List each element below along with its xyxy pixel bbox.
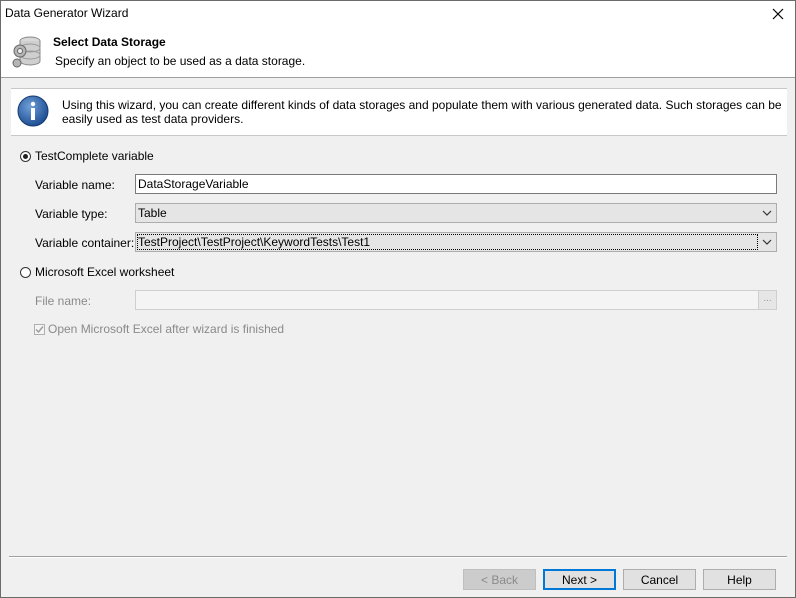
excel-worksheet-label: Microsoft Excel worksheet: [35, 265, 175, 279]
title-bar: Data Generator Wizard: [1, 1, 795, 27]
footer-separator: [9, 556, 787, 558]
variable-type-select[interactable]: Table: [135, 203, 777, 223]
window-title: Data Generator Wizard: [5, 6, 129, 20]
info-panel: Using this wizard, you can create differ…: [11, 88, 787, 136]
variable-name-input[interactable]: DataStorageVariable: [135, 174, 777, 194]
chevron-down-icon: [762, 239, 772, 245]
wizard-header: Select Data Storage Specify an object to…: [1, 27, 795, 78]
page-subtitle: Specify an object to be used as a data s…: [55, 54, 306, 68]
file-name-input[interactable]: ...: [135, 290, 777, 310]
data-storage-icon: [12, 36, 41, 68]
variable-container-label: Variable container:: [35, 236, 135, 250]
testcomplete-variable-label: TestComplete variable: [35, 149, 154, 163]
radio-indicator: [20, 266, 31, 278]
close-icon: [772, 8, 784, 20]
variable-container-value: TestProject\TestProject\KeywordTests\Tes…: [138, 235, 371, 249]
open-excel-label: Open Microsoft Excel after wizard is fin…: [48, 322, 285, 336]
chevron-down-icon: [762, 210, 772, 216]
next-button[interactable]: Next >: [543, 569, 616, 590]
info-icon: [17, 95, 49, 127]
file-name-label: File name:: [35, 294, 92, 308]
page-title: Select Data Storage: [53, 35, 166, 49]
variable-type-label: Variable type:: [35, 207, 108, 221]
radio-selected-indicator: [20, 150, 31, 162]
variable-type-value: Table: [138, 206, 167, 220]
checkbox-box: [34, 323, 45, 335]
excel-worksheet-radio[interactable]: Microsoft Excel worksheet: [20, 265, 174, 279]
back-button[interactable]: < Back: [463, 569, 536, 590]
cancel-button[interactable]: Cancel: [623, 569, 696, 590]
wizard-window: Data Generator Wizard Select Data Storag…: [0, 0, 796, 598]
checkmark-icon: [35, 325, 44, 333]
info-text: Using this wizard, you can create differ…: [62, 98, 782, 126]
variable-container-select[interactable]: TestProject\TestProject\KeywordTests\Tes…: [135, 232, 777, 252]
browse-button[interactable]: ...: [758, 291, 776, 309]
testcomplete-variable-radio[interactable]: TestComplete variable: [20, 149, 154, 163]
close-button[interactable]: [765, 3, 791, 25]
help-button[interactable]: Help: [703, 569, 776, 590]
variable-name-label: Variable name:: [35, 178, 115, 192]
open-excel-checkbox[interactable]: Open Microsoft Excel after wizard is fin…: [34, 322, 284, 336]
